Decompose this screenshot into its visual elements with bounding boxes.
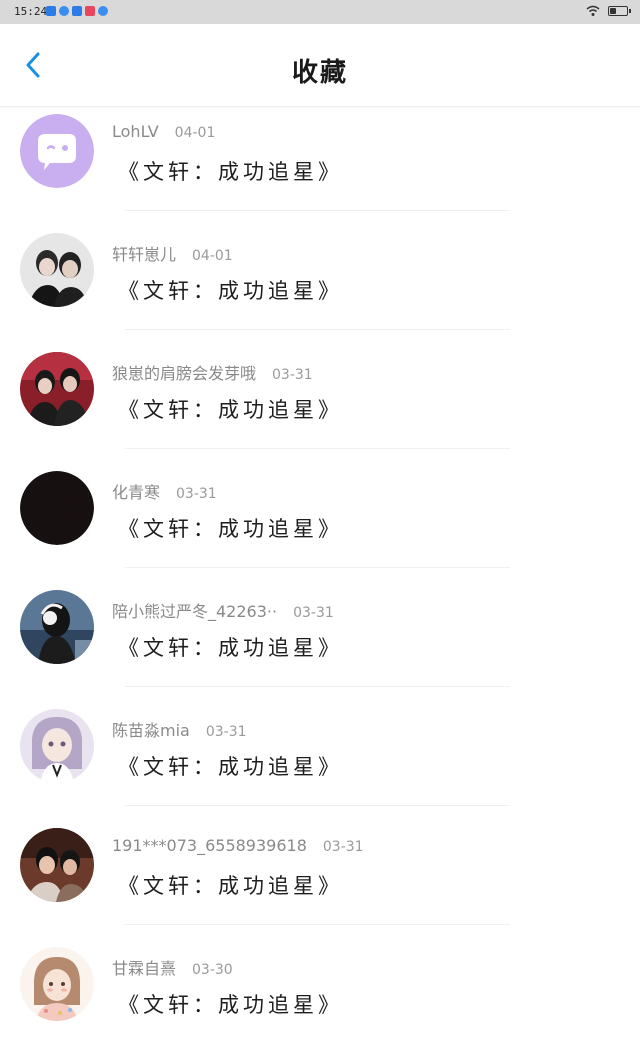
status-time: 15:24 [14, 5, 48, 18]
item-date: 04-01 [174, 125, 216, 141]
divider [125, 686, 510, 687]
divider [125, 448, 510, 449]
item-meta: 化青寒 03-31 [112, 479, 217, 503]
favorites-list: LohLV 04-01 《文轩：成功追星》 轩轩崽儿 04-01 《文轩：成功追星》 [0, 106, 640, 1058]
avatar [20, 590, 94, 664]
list-item[interactable]: 化青寒 03-31 《文轩：成功追星》 [0, 463, 640, 582]
item-title[interactable]: 《文轩：成功追星》 [118, 870, 343, 900]
item-date: 04-01 [192, 248, 233, 264]
nav-bar: 收藏 [0, 24, 640, 107]
username[interactable]: LohLV [112, 122, 159, 141]
list-item[interactable]: 陪小熊过严冬_42263·· 03-31 《文轩：成功追星》 [0, 582, 640, 701]
username[interactable]: 陪小熊过严冬_42263·· [112, 602, 277, 621]
app-notification-icon [46, 6, 56, 16]
list-item[interactable]: LohLV 04-01 《文轩：成功追星》 [0, 106, 640, 225]
list-item[interactable]: 甘霖自熹 03-30 《文轩：成功追星》 [0, 939, 640, 1058]
system-icons [586, 5, 631, 17]
list-item[interactable]: 陈苗淼mia 03-31 《文轩：成功追星》 [0, 701, 640, 820]
avatar [20, 352, 94, 426]
item-title[interactable]: 《文轩：成功追星》 [118, 989, 343, 1019]
item-date: 03-31 [272, 367, 313, 383]
username[interactable]: 狼崽的肩膀会发芽哦 [112, 364, 256, 383]
item-date: 03-30 [192, 962, 233, 978]
avatar [20, 233, 94, 307]
divider [125, 805, 510, 806]
username[interactable]: 陈苗淼mia [112, 721, 190, 740]
notification-icons [46, 6, 108, 16]
avatar [20, 709, 94, 783]
avatar [20, 828, 94, 902]
app-notification-icon [59, 6, 69, 16]
item-title[interactable]: 《文轩：成功追星》 [118, 394, 343, 424]
item-title[interactable]: 《文轩：成功追星》 [118, 156, 343, 186]
status-bar: 15:24 [0, 0, 640, 24]
username[interactable]: 甘霖自熹 [112, 959, 176, 978]
list-item[interactable]: 轩轩崽儿 04-01 《文轩：成功追星》 [0, 225, 640, 344]
username[interactable]: 轩轩崽儿 [112, 245, 176, 264]
item-title[interactable]: 《文轩：成功追星》 [118, 275, 343, 305]
divider [125, 329, 510, 330]
item-title[interactable]: 《文轩：成功追星》 [118, 751, 343, 781]
item-meta: 陪小熊过严冬_42263·· 03-31 [112, 598, 334, 622]
divider [125, 210, 510, 211]
app-notification-icon [85, 6, 95, 16]
item-meta: LohLV 04-01 [112, 122, 215, 141]
item-date: 03-31 [176, 486, 217, 502]
username[interactable]: 化青寒 [112, 483, 160, 502]
item-date: 03-31 [293, 605, 334, 621]
item-meta: 191***073_6558939618 03-31 [112, 836, 364, 855]
item-meta: 陈苗淼mia 03-31 [112, 717, 247, 741]
wifi-icon [586, 5, 600, 16]
chat-bubble-icon [20, 114, 94, 188]
item-date: 03-31 [205, 724, 247, 740]
item-meta: 甘霖自熹 03-30 [112, 955, 233, 979]
app-notification-icon [72, 6, 82, 16]
app-notification-icon [98, 6, 108, 16]
divider [125, 924, 510, 925]
item-meta: 狼崽的肩膀会发芽哦 03-31 [112, 360, 313, 384]
page-title: 收藏 [291, 58, 348, 88]
username[interactable]: 191***073_6558939618 [112, 836, 307, 855]
avatar [20, 947, 94, 1021]
battery-icon [608, 6, 631, 16]
divider [125, 567, 510, 568]
list-item[interactable]: 狼崽的肩膀会发芽哦 03-31 《文轩：成功追星》 [0, 344, 640, 463]
avatar [20, 471, 94, 545]
item-date: 03-31 [322, 839, 364, 855]
item-title[interactable]: 《文轩：成功追星》 [118, 632, 343, 662]
list-item[interactable]: 191***073_6558939618 03-31 《文轩：成功追星》 [0, 820, 640, 939]
item-meta: 轩轩崽儿 04-01 [112, 241, 233, 265]
item-title[interactable]: 《文轩：成功追星》 [118, 513, 343, 543]
